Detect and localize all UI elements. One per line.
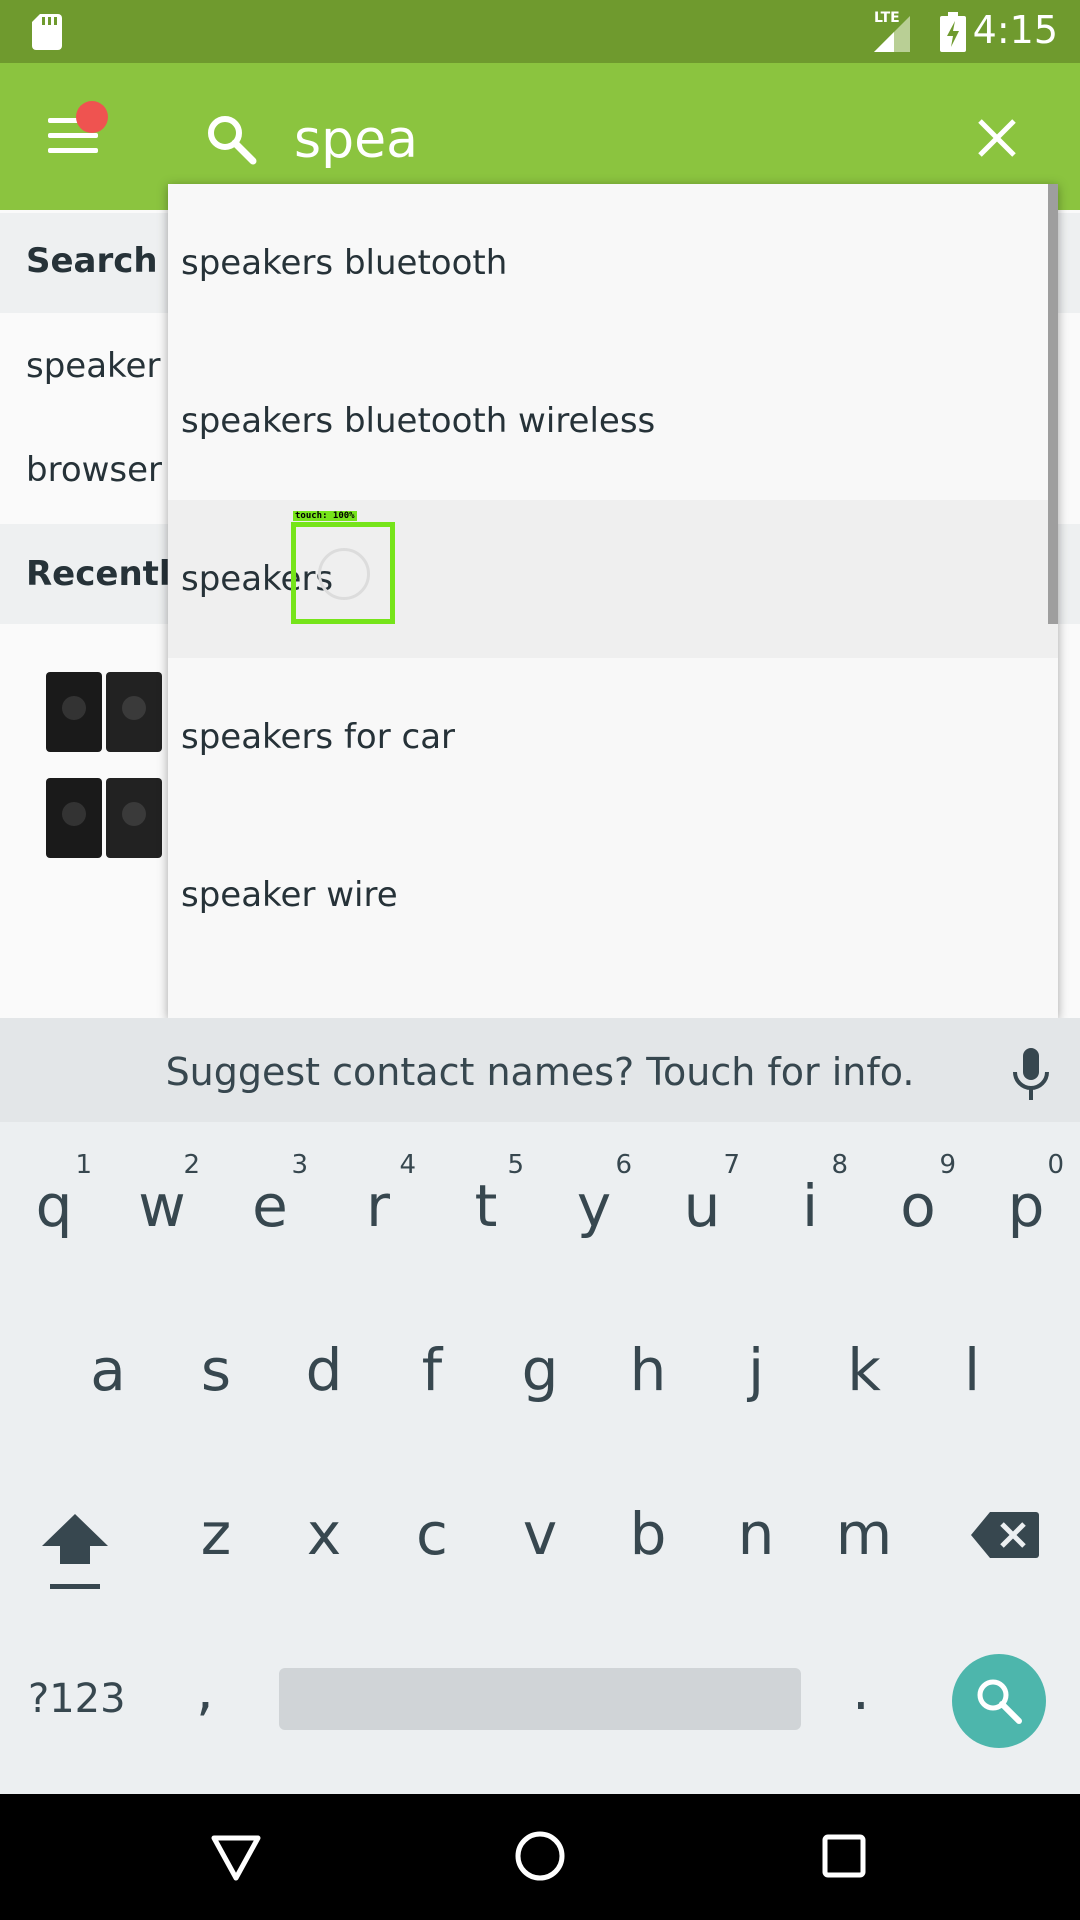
touch-indicator-box	[291, 522, 395, 624]
suggestion-item[interactable]: speakers bluetooth wireless	[168, 342, 1058, 500]
search-icon	[208, 116, 257, 165]
key-hint: 9	[939, 1150, 956, 1180]
suggestion-label: speakers for car	[181, 717, 456, 757]
sd-card-icon	[32, 14, 62, 50]
key-e[interactable]: e3	[216, 1146, 324, 1266]
key-p[interactable]: p0	[972, 1146, 1080, 1266]
history-item[interactable]: speaker	[26, 346, 160, 386]
key-hint: 1	[75, 1150, 92, 1180]
status-bar: LTE 4:15	[0, 0, 1080, 63]
suggest-contacts-text[interactable]: Suggest contact names? Touch for info.	[0, 1050, 1080, 1094]
history-item[interactable]: browser	[26, 450, 162, 490]
key-label: k	[847, 1336, 881, 1404]
key-k[interactable]: k	[810, 1310, 918, 1430]
key-d[interactable]: d	[270, 1310, 378, 1430]
space-key[interactable]	[279, 1668, 801, 1730]
key-w[interactable]: w2	[108, 1146, 216, 1266]
notification-dot	[76, 101, 108, 133]
key-v[interactable]: v	[486, 1474, 594, 1594]
keyboard-search-button[interactable]	[952, 1654, 1046, 1748]
key-y[interactable]: y6	[540, 1146, 648, 1266]
battery-charging-icon	[940, 12, 966, 52]
key-g[interactable]: g	[486, 1310, 594, 1430]
key-f[interactable]: f	[378, 1310, 486, 1430]
key-label: x	[306, 1500, 342, 1568]
key-hint: 2	[183, 1150, 200, 1180]
shift-icon[interactable]	[40, 1506, 110, 1596]
key-t[interactable]: t5	[432, 1146, 540, 1266]
clock: 4:15	[972, 8, 1058, 52]
key-o[interactable]: o9	[864, 1146, 972, 1266]
suggestion-label: speaker wire	[181, 875, 398, 915]
key-m[interactable]: m	[810, 1474, 918, 1594]
dropdown-scrollbar[interactable]	[1048, 184, 1058, 624]
key-i[interactable]: i8	[756, 1146, 864, 1266]
key-hint: 3	[291, 1150, 308, 1180]
key-hint: 0	[1047, 1150, 1064, 1180]
key-label: f	[421, 1336, 443, 1404]
period-key[interactable]: .	[852, 1658, 870, 1723]
key-label: b	[629, 1500, 667, 1568]
recent-apps-icon[interactable]	[822, 1834, 866, 1878]
suggestion-item[interactable]: speakers for car	[168, 658, 1058, 816]
key-hint: 8	[831, 1150, 848, 1180]
key-hint: 7	[723, 1150, 740, 1180]
key-u[interactable]: u7	[648, 1146, 756, 1266]
key-label: g	[521, 1336, 559, 1404]
key-h[interactable]: h	[594, 1310, 702, 1430]
key-label: l	[963, 1336, 981, 1404]
key-label: m	[835, 1500, 893, 1568]
key-hint: 6	[615, 1150, 632, 1180]
home-icon[interactable]	[514, 1830, 566, 1882]
key-hint: 5	[507, 1150, 524, 1180]
close-icon[interactable]	[972, 113, 1022, 163]
key-q[interactable]: q1	[0, 1146, 108, 1266]
key-a[interactable]: a	[54, 1310, 162, 1430]
key-j[interactable]: j	[702, 1310, 810, 1430]
touch-indicator-label: touch: 100%	[293, 511, 357, 521]
key-s[interactable]: s	[162, 1310, 270, 1430]
soft-keyboard: Suggest contact names? Touch for info. ?…	[0, 1018, 1080, 1794]
product-thumbnail-image[interactable]	[40, 668, 170, 868]
key-hint: 4	[399, 1150, 416, 1180]
key-n[interactable]: n	[702, 1474, 810, 1594]
key-label: n	[737, 1500, 775, 1568]
key-c[interactable]: c	[378, 1474, 486, 1594]
suggestion-label: speakers bluetooth wireless	[181, 401, 656, 441]
key-label: j	[747, 1336, 765, 1404]
symbols-key[interactable]: ?123	[28, 1668, 126, 1730]
suggestion-item[interactable]: speaker wire	[168, 816, 1058, 974]
suggestion-label: speakers bluetooth	[181, 243, 508, 283]
key-label: d	[305, 1336, 343, 1404]
key-label: s	[200, 1336, 232, 1404]
comma-key[interactable]: ,	[196, 1658, 214, 1723]
key-b[interactable]: b	[594, 1474, 702, 1594]
back-icon[interactable]	[210, 1834, 262, 1882]
lte-signal-icon	[874, 16, 910, 52]
keyboard-suggestion-strip[interactable]: Suggest contact names? Touch for info.	[0, 1018, 1080, 1122]
backspace-icon[interactable]	[970, 1510, 1040, 1560]
suggestion-item[interactable]: speakers bluetooth	[168, 184, 1058, 342]
key-label: h	[629, 1336, 667, 1404]
key-x[interactable]: x	[270, 1474, 378, 1594]
key-z[interactable]: z	[162, 1474, 270, 1594]
key-l[interactable]: l	[918, 1310, 1026, 1430]
navigation-bar	[0, 1794, 1080, 1920]
key-r[interactable]: r4	[324, 1146, 432, 1266]
search-icon	[977, 1679, 1022, 1724]
key-label: v	[522, 1500, 558, 1568]
key-label: a	[90, 1336, 126, 1404]
key-label: z	[200, 1500, 232, 1568]
microphone-icon[interactable]	[1012, 1048, 1050, 1102]
key-label: c	[416, 1500, 448, 1568]
search-input[interactable]	[292, 99, 936, 181]
